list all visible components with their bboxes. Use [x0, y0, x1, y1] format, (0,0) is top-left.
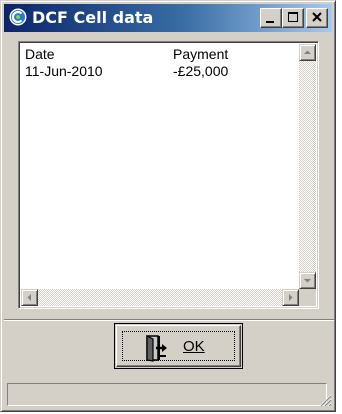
minimize-button[interactable]: [260, 8, 282, 28]
arrow-down-icon: [304, 279, 311, 283]
status-bar: [4, 380, 334, 409]
close-icon: [312, 12, 322, 22]
scroll-down-button[interactable]: [299, 272, 316, 289]
status-panel: [7, 383, 327, 406]
cell-data-list[interactable]: Date Payment 11-Jun-2010 -£25,000: [18, 41, 319, 309]
row-date: 11-Jun-2010: [25, 63, 103, 79]
dialog-window: DCF Cell data Date Payment 11-Jun-2010 -…: [0, 0, 336, 412]
window-title: DCF Cell data: [32, 8, 154, 27]
vertical-scrollbar[interactable]: [299, 44, 316, 289]
close-button[interactable]: [306, 8, 328, 28]
maximize-icon: [288, 12, 298, 22]
resize-grip-icon[interactable]: [318, 393, 332, 407]
focus-rect: [122, 331, 235, 361]
scroll-up-button[interactable]: [299, 44, 316, 61]
ok-label-text: OK: [183, 338, 205, 355]
ok-button-label: OK: [183, 338, 205, 355]
ok-button[interactable]: OK: [114, 323, 243, 369]
maximize-button[interactable]: [282, 8, 304, 28]
scroll-left-button[interactable]: [21, 289, 38, 306]
title-bar[interactable]: DCF Cell data: [4, 4, 332, 32]
scrollbar-corner: [299, 289, 316, 306]
row-payment: -£25,000: [173, 63, 229, 79]
arrow-up-icon: [304, 50, 311, 54]
minimize-icon: [266, 21, 274, 23]
app-logo-icon: [8, 7, 28, 27]
door-exit-icon: [146, 335, 167, 362]
arrow-right-icon: [289, 294, 293, 301]
ok-button-face: OK: [116, 325, 241, 367]
horizontal-scrollbar[interactable]: [21, 289, 299, 306]
column-header-date: Date: [25, 46, 55, 62]
divider: [4, 319, 334, 321]
column-header-payment: Payment: [173, 46, 229, 62]
scroll-right-button[interactable]: [282, 289, 299, 306]
arrow-left-icon: [27, 294, 31, 301]
